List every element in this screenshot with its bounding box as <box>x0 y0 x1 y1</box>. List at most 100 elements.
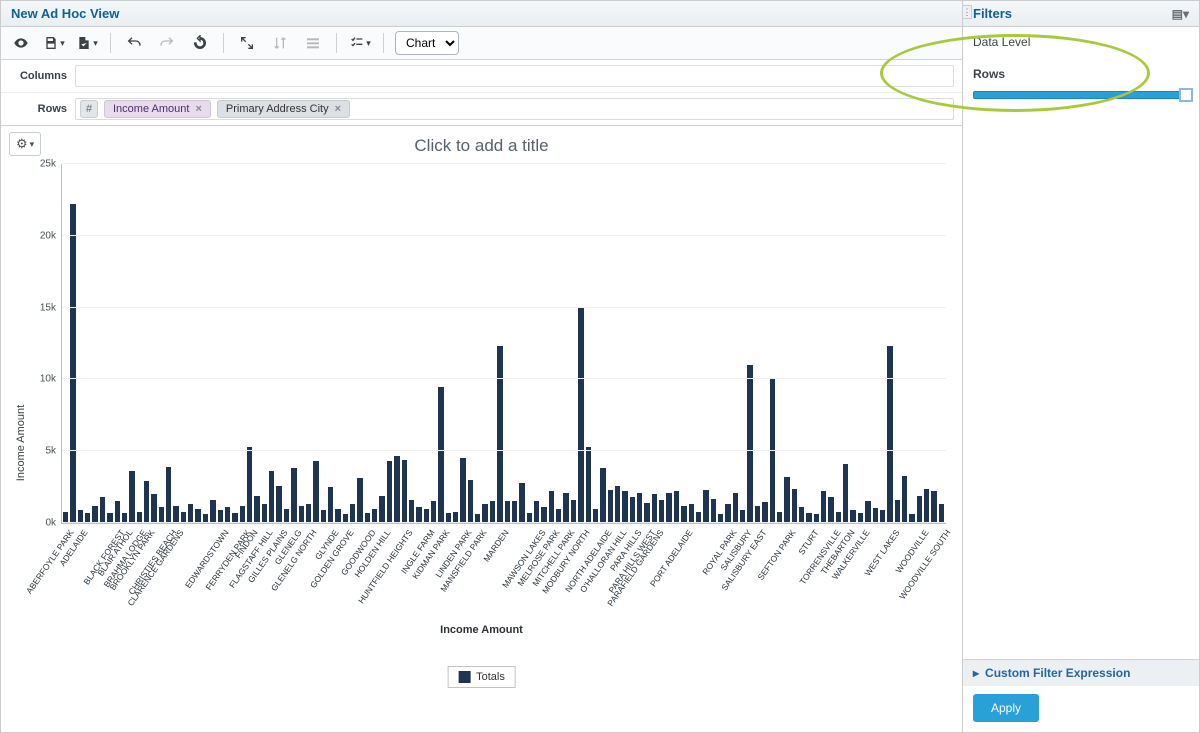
export-button[interactable]: ▾ <box>75 32 99 54</box>
bar[interactable] <box>284 509 289 523</box>
bar[interactable] <box>541 507 546 523</box>
bar[interactable] <box>402 460 407 523</box>
bar[interactable] <box>784 477 789 523</box>
chart-title-input[interactable]: Click to add a title <box>1 126 962 160</box>
row-pill-income-amount[interactable]: Income Amount × <box>104 100 211 118</box>
bar[interactable] <box>652 494 657 523</box>
bar[interactable] <box>159 507 164 523</box>
bar[interactable] <box>416 507 421 523</box>
bar[interactable] <box>519 483 524 523</box>
bar[interactable] <box>350 504 355 523</box>
bar[interactable] <box>608 490 613 523</box>
bar[interactable] <box>593 509 598 523</box>
bar[interactable] <box>821 491 826 523</box>
bar[interactable] <box>681 506 686 523</box>
reset-button[interactable] <box>188 32 212 54</box>
bar[interactable] <box>644 503 649 523</box>
bar[interactable] <box>269 471 274 523</box>
bar[interactable] <box>755 506 760 523</box>
bar[interactable] <box>70 204 75 523</box>
bar[interactable] <box>372 509 377 523</box>
bar[interactable] <box>254 496 259 523</box>
bar[interactable] <box>512 501 517 523</box>
bar[interactable] <box>100 497 105 523</box>
bar[interactable] <box>747 365 752 523</box>
layout-button[interactable] <box>301 32 325 54</box>
collapse-handle[interactable] <box>962 5 972 19</box>
close-icon[interactable]: × <box>335 103 341 115</box>
bar[interactable] <box>792 489 797 523</box>
bar[interactable] <box>887 346 892 523</box>
toggle-preview-button[interactable] <box>9 32 33 54</box>
bar[interactable] <box>725 504 730 523</box>
bar[interactable] <box>115 501 120 523</box>
bar[interactable] <box>600 468 605 523</box>
bar[interactable] <box>291 468 296 523</box>
bar[interactable] <box>188 504 193 523</box>
bar[interactable] <box>379 496 384 523</box>
bar[interactable] <box>262 504 267 523</box>
bar[interactable] <box>931 491 936 523</box>
bar[interactable] <box>865 501 870 523</box>
bar[interactable] <box>534 501 539 523</box>
pivot-button[interactable] <box>235 32 259 54</box>
bar[interactable] <box>563 493 568 523</box>
save-button[interactable]: ▾ <box>42 32 66 54</box>
apply-button[interactable]: Apply <box>973 694 1039 722</box>
sort-button[interactable] <box>268 32 292 54</box>
bar[interactable] <box>873 508 878 523</box>
bar[interactable] <box>843 464 848 523</box>
chart-settings-button[interactable]: ⚙ ▾ <box>9 132 41 156</box>
bar[interactable] <box>733 493 738 523</box>
bar[interactable] <box>615 486 620 523</box>
bar[interactable] <box>166 467 171 523</box>
filters-menu-button[interactable]: ▤▾ <box>1172 7 1189 21</box>
bar[interactable] <box>276 486 281 523</box>
bar[interactable] <box>409 500 414 523</box>
bar[interactable] <box>424 509 429 523</box>
bar[interactable] <box>431 501 436 523</box>
rows-dropzone[interactable]: # Income Amount × Primary Address City × <box>75 98 954 120</box>
bar[interactable] <box>387 461 392 523</box>
bar[interactable] <box>666 493 671 523</box>
bar[interactable] <box>438 387 443 523</box>
bar[interactable] <box>247 447 252 523</box>
slider-thumb[interactable] <box>1179 88 1193 102</box>
bar[interactable] <box>225 507 230 523</box>
columns-dropzone[interactable] <box>75 65 954 87</box>
bar[interactable] <box>335 509 340 523</box>
bar[interactable] <box>490 501 495 523</box>
bar[interactable] <box>571 500 576 523</box>
bar[interactable] <box>622 491 627 523</box>
bar[interactable] <box>299 506 304 523</box>
bar[interactable] <box>917 496 922 523</box>
bar[interactable] <box>468 480 473 523</box>
row-pill-primary-address-city[interactable]: Primary Address City × <box>217 100 350 118</box>
view-mode-select[interactable]: Chart <box>395 31 459 55</box>
undo-button[interactable] <box>122 32 146 54</box>
bar[interactable] <box>703 490 708 523</box>
bar[interactable] <box>313 461 318 523</box>
bar[interactable] <box>674 491 679 523</box>
bar[interactable] <box>895 500 900 523</box>
bar[interactable] <box>828 497 833 523</box>
bar[interactable] <box>195 509 200 523</box>
bar[interactable] <box>762 502 767 523</box>
bar[interactable] <box>578 308 583 523</box>
bar[interactable] <box>630 497 635 523</box>
bar[interactable] <box>586 447 591 523</box>
bar[interactable] <box>129 471 134 523</box>
rows-slider[interactable] <box>973 89 1189 101</box>
bar[interactable] <box>659 500 664 523</box>
bar[interactable] <box>924 489 929 523</box>
bar[interactable] <box>482 504 487 523</box>
bar[interactable] <box>770 379 775 523</box>
bar[interactable] <box>357 478 362 523</box>
bar[interactable] <box>92 506 97 523</box>
bar[interactable] <box>460 458 465 523</box>
bar[interactable] <box>549 491 554 523</box>
bar[interactable] <box>556 509 561 523</box>
bar[interactable] <box>497 346 502 523</box>
bar[interactable] <box>240 506 245 523</box>
bar[interactable] <box>902 476 907 523</box>
